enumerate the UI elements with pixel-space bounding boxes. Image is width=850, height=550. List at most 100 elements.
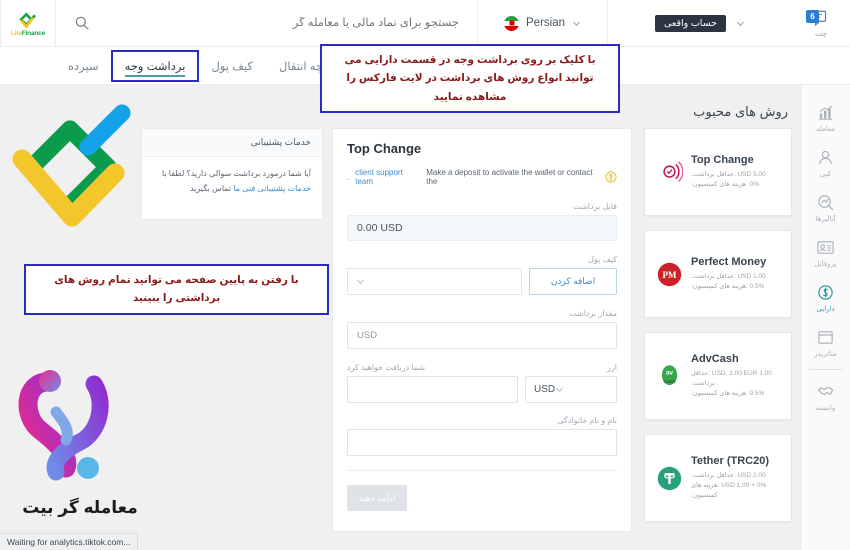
fullname-label: نام و نام خانوادگی [557, 416, 617, 425]
method-min-label: حداقل برداشت: [691, 272, 734, 280]
add-wallet-button[interactable]: اضافه کردن [529, 268, 617, 295]
method-min-line: 5.00 USD :حداقل برداشت: [691, 170, 766, 178]
continue-button[interactable]: ادامه دهید [347, 485, 407, 511]
sidebar-item-affiliate[interactable]: وابسته [801, 374, 850, 419]
method-fee-label: هزینه های کمیسیون: [691, 283, 746, 290]
method-fee-line: 0% + 1.00 USD :هزینه های کمیسیون: [691, 481, 767, 500]
sidebar-item-analytics-label: آنالیزها [815, 216, 836, 223]
method-min-value: 1.00 USD [737, 272, 766, 280]
form-notice: Make a deposit to activate the wallet or… [347, 168, 617, 186]
sidebar-item-trade-label: معامله [815, 126, 836, 133]
method-min-value: 5.00 USD [737, 170, 766, 178]
svg-text:av: av [666, 369, 674, 376]
chat-button[interactable]: 6 چت [792, 0, 850, 46]
method-card-body: AdvCash 1.00 USD, 1.00 EUR :حداقل برداشت… [691, 353, 780, 399]
currency-select[interactable]: USD [525, 376, 617, 403]
sidebar-item-trade[interactable]: معامله [801, 95, 850, 140]
account-selector[interactable]: حساب واقعی [607, 0, 792, 46]
method-fee-line: 0.5% :هزینه های کمیسیون: [691, 283, 765, 290]
id-card-icon [817, 241, 834, 254]
form-footer: ادامه دهید [347, 485, 617, 511]
method-card-perfect-money[interactable]: PM Perfect Money 1.00 USD :حداقل برداشت:… [644, 230, 792, 318]
sidebar-item-metatrader[interactable]: متاتریدر [801, 320, 850, 365]
method-card-body: Top Change 5.00 USD :حداقل برداشت: 0% :ه… [691, 154, 780, 190]
method-fee-line: 0.5% :هزینه های کمیسیون: [691, 390, 765, 398]
sidebar-item-profile-label: پروفایل [814, 261, 837, 268]
support-link[interactable]: خدمات پشتیبانی فنی ما [233, 184, 311, 193]
fullname-input[interactable] [347, 429, 617, 456]
moamelegar-bit-brand-mark [18, 370, 109, 481]
chevron-down-icon [556, 387, 563, 393]
tab-wallet-label: کیف پول [211, 60, 253, 73]
perfectmoney-icon: PM [657, 262, 682, 286]
wallet-row: اضافه کردن [347, 268, 617, 295]
right-sidebar: معامله کپی آنالیزها پروفایل دارایی متاتر… [800, 85, 850, 550]
method-card-advcash[interactable]: av Cash AdvCash 1.00 USD, 1.00 EUR :حداق… [644, 332, 792, 420]
tab-deposit-label: سپرده [68, 60, 99, 73]
method-name: Tether (TRC20) [691, 454, 770, 467]
litefinance-logo[interactable]: LiteFinance [0, 0, 55, 46]
sidebar-item-analytics[interactable]: آنالیزها [801, 185, 850, 230]
receive-input[interactable] [347, 376, 518, 403]
analytics-search-icon [818, 195, 834, 211]
litefinance-brand-mark [12, 104, 131, 227]
sidebar-item-copy-label: کپی [819, 171, 832, 178]
logo-text-finance: Finance [21, 29, 45, 37]
method-card-tether[interactable]: Tether (TRC20) 2.00 USD :حداقل برداشت: 0… [644, 434, 792, 522]
method-min-value: 2.00 USD [737, 471, 766, 479]
method-fee-label: هزینه های کمیسیون: [691, 390, 746, 398]
sidebar-item-copy[interactable]: کپی [801, 140, 850, 185]
withdrawal-form: Top Change Make a deposit to activate th… [332, 128, 632, 532]
tab-active-underline [124, 75, 186, 77]
topchange-icon [663, 160, 683, 182]
sidebar-divider [808, 369, 843, 370]
litefinance-logo-text: LiteFinance [11, 30, 45, 37]
popular-methods-title: روش های محبوب [693, 104, 788, 119]
language-selector[interactable]: Persian [477, 0, 607, 46]
person-copy-icon [819, 150, 832, 165]
tab-withdrawal[interactable]: برداشت وجه [110, 49, 200, 82]
tab-deposit[interactable]: سپرده [55, 51, 112, 81]
amount-input[interactable]: USD [347, 322, 617, 349]
method-card-body: Perfect Money 1.00 USD :حداقل برداشت: 0.… [691, 256, 780, 292]
amount-label: مقدار برداشت [569, 309, 617, 318]
sidebar-item-metatrader-label: متاتریدر [814, 351, 837, 358]
method-card-top-change[interactable]: Top Change 5.00 USD :حداقل برداشت: 0% :ه… [644, 128, 792, 216]
handshake-icon [817, 387, 834, 395]
search-input[interactable] [99, 17, 459, 29]
account-tooltip: حساب واقعی [654, 14, 727, 32]
method-card-body: Tether (TRC20) 2.00 USD :حداقل برداشت: 0… [691, 455, 780, 501]
method-min-value: 1.00 USD, 1.00 EUR [711, 369, 772, 377]
receive-label: شما دریافت خواهید کرد [347, 363, 426, 372]
support-card-title: خدمات پشتیبانی [142, 129, 322, 157]
sidebar-item-assets[interactable]: دارایی [801, 275, 850, 320]
browser-status-bar: Waiting for analytics.tiktok.com... [0, 533, 139, 550]
currency-select-value: USD [534, 384, 556, 395]
search-icon [75, 16, 89, 30]
client-support-team-link[interactable]: client support team [355, 168, 420, 186]
chevron-down-icon [357, 279, 364, 285]
page-root: LiteFinance Persian حساب واقعی [0, 0, 850, 550]
form-notice-text: Make a deposit to activate the wallet or… [426, 168, 593, 186]
wallet-select[interactable] [347, 268, 522, 295]
chevron-down-icon [737, 21, 744, 26]
currency-label: ارز [607, 363, 617, 372]
method-name: Perfect Money [691, 255, 767, 268]
chat-label: چت [815, 28, 828, 38]
receive-row: USD [347, 376, 617, 403]
available-value: 0.00 USD [347, 215, 617, 241]
receive-labels-row: شما دریافت خواهید کرد ارز [347, 363, 617, 372]
window-icon [818, 331, 833, 344]
search-bar[interactable] [55, 0, 477, 46]
form-divider [347, 470, 617, 471]
sidebar-item-profile[interactable]: پروفایل [801, 230, 850, 275]
method-fee-value: 0.5% [749, 390, 765, 398]
tab-wallet[interactable]: کیف پول [198, 51, 266, 81]
method-fee-label: هزینه های کمیسیون: [691, 481, 718, 500]
payment-methods-list: Top Change 5.00 USD :حداقل برداشت: 0% :ه… [644, 128, 792, 522]
moamelegar-bit-brand-text: معامله گر بیت [22, 498, 138, 517]
warning-circle-icon [605, 171, 617, 183]
form-notice-period: . [347, 172, 350, 182]
chevron-down-icon [573, 21, 580, 26]
method-fee-label: هزینه های کمیسیون: [691, 181, 746, 188]
